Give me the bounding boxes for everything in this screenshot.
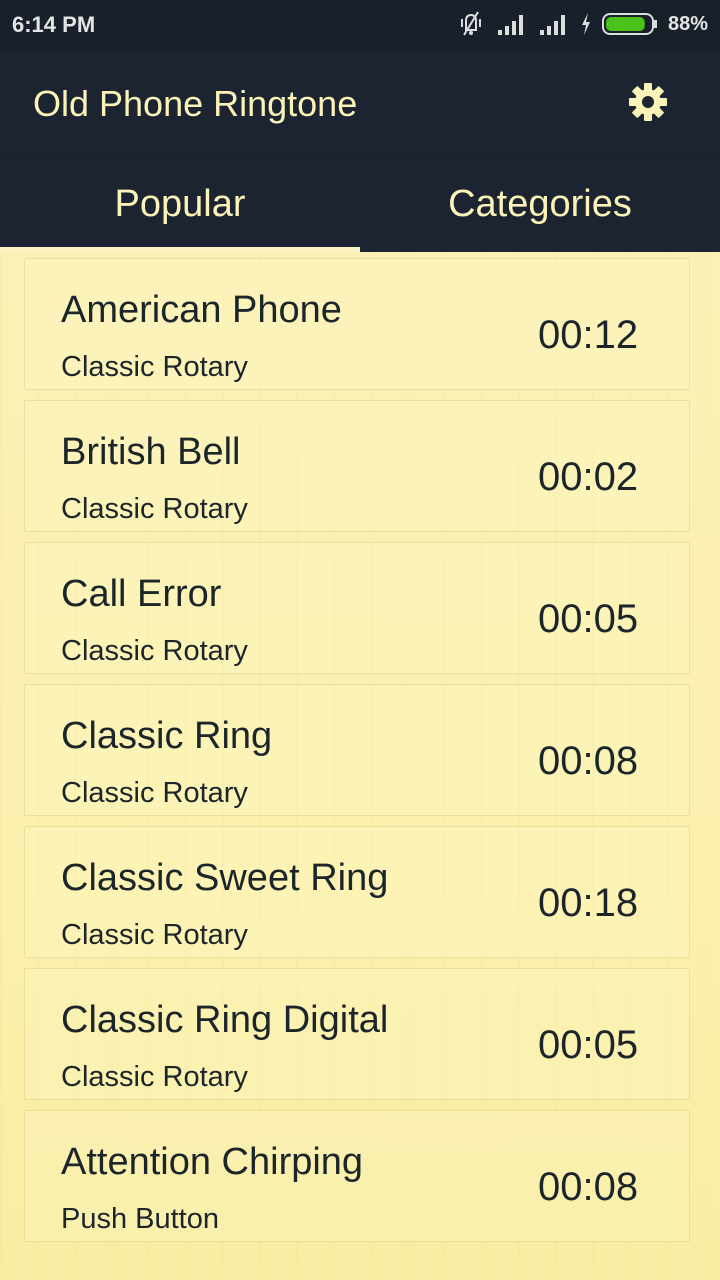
ringtone-duration: 00:08 xyxy=(538,1165,639,1209)
signal-icon xyxy=(497,15,523,35)
tab-bar: Popular Categories xyxy=(0,155,720,253)
status-icons: 88% xyxy=(456,10,708,38)
ringtone-category: Classic Rotary xyxy=(61,919,248,951)
ringtone-duration: 00:05 xyxy=(538,1023,639,1067)
app-title: Old Phone Ringtone xyxy=(33,83,358,124)
ringtone-duration: 00:08 xyxy=(538,739,639,783)
ringtone-name: Attention Chirping xyxy=(61,1141,364,1183)
ringtone-duration: 00:12 xyxy=(538,313,639,357)
ringtone-name: Classic Sweet Ring xyxy=(61,857,389,899)
ringtone-item[interactable]: British Bell Classic Rotary 00:02 xyxy=(24,400,690,532)
ringtone-item[interactable]: American Phone Classic Rotary 00:12 xyxy=(24,258,690,390)
ringtone-item[interactable]: Attention Chirping Push Button 00:08 xyxy=(24,1110,690,1242)
ringtone-item[interactable]: Call Error Classic Rotary 00:05 xyxy=(24,542,690,674)
ringtone-list[interactable]: American Phone Classic Rotary 00:12 Brit… xyxy=(0,252,720,1280)
ringtone-category: Classic Rotary xyxy=(61,351,248,383)
ringtone-name: British Bell xyxy=(61,431,241,473)
vibrate-off-icon xyxy=(460,11,481,36)
status-bar: 6:14 PM 88% xyxy=(0,0,720,50)
battery-icon xyxy=(601,13,657,35)
ringtone-item[interactable]: Classic Ring Classic Rotary 00:08 xyxy=(24,684,690,816)
ringtone-category: Push Button xyxy=(61,1203,219,1235)
ringtone-duration: 00:02 xyxy=(538,455,639,499)
ringtone-name: Classic Ring xyxy=(61,715,273,757)
ringtone-item[interactable]: Classic Sweet Ring Classic Rotary 00:18 xyxy=(24,826,690,958)
app-bar: Old Phone Ringtone xyxy=(0,50,720,155)
ringtone-name: American Phone xyxy=(61,289,342,331)
ringtone-item[interactable]: Classic Ring Digital Classic Rotary 00:0… xyxy=(24,968,690,1100)
ringtone-category: Classic Rotary xyxy=(61,777,248,809)
ringtone-name: Classic Ring Digital xyxy=(61,999,389,1041)
tab-categories[interactable]: Categories xyxy=(360,156,720,253)
ringtone-category: Classic Rotary xyxy=(61,1061,248,1093)
charging-bolt-icon xyxy=(581,13,590,35)
tab-popular[interactable]: Popular xyxy=(0,156,360,253)
ringtone-category: Classic Rotary xyxy=(61,635,248,667)
gear-icon xyxy=(629,83,667,121)
battery-percent: 88% xyxy=(667,12,708,35)
status-time: 6:14 PM xyxy=(12,12,96,37)
ringtone-duration: 00:05 xyxy=(538,597,639,641)
ringtone-duration: 00:18 xyxy=(538,881,639,925)
ringtone-category: Classic Rotary xyxy=(61,493,248,525)
ringtone-name: Call Error xyxy=(61,573,222,615)
signal-icon xyxy=(539,15,565,35)
